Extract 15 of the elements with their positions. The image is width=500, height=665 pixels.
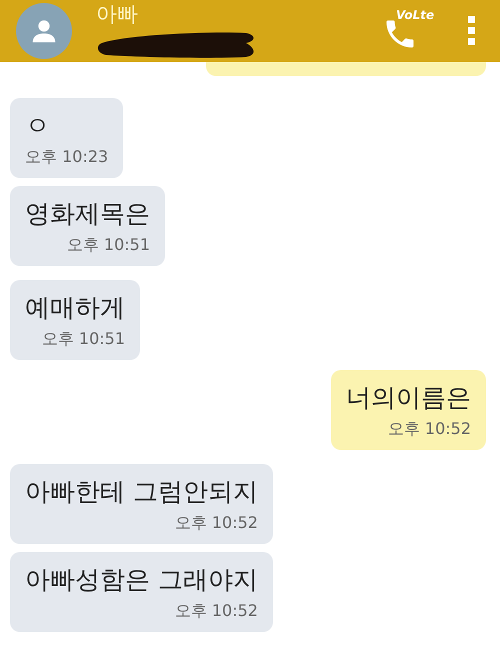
message-time: 오후 10:52: [174, 512, 258, 534]
message-time: 오후 10:52: [388, 418, 471, 440]
message-text: 영화제목은: [25, 198, 150, 230]
message-time: 오후 10:51: [42, 328, 125, 350]
volte-label: VoLte: [396, 8, 434, 22]
message-text: 아빠성함은 그래야지: [25, 564, 258, 596]
message-time: 오후 10:52: [174, 600, 258, 622]
message-text: 예매하게: [25, 292, 125, 324]
message-text: 너의이름은: [346, 382, 471, 414]
message-time: 오후 10:51: [66, 234, 150, 256]
message-time: 오후 10:23: [25, 146, 108, 168]
more-options-icon[interactable]: [468, 16, 476, 46]
contact-name: 아빠: [96, 1, 139, 27]
message-text: ㅇ: [25, 110, 50, 142]
message-text: 아빠한테 그럼안되지: [25, 476, 258, 508]
